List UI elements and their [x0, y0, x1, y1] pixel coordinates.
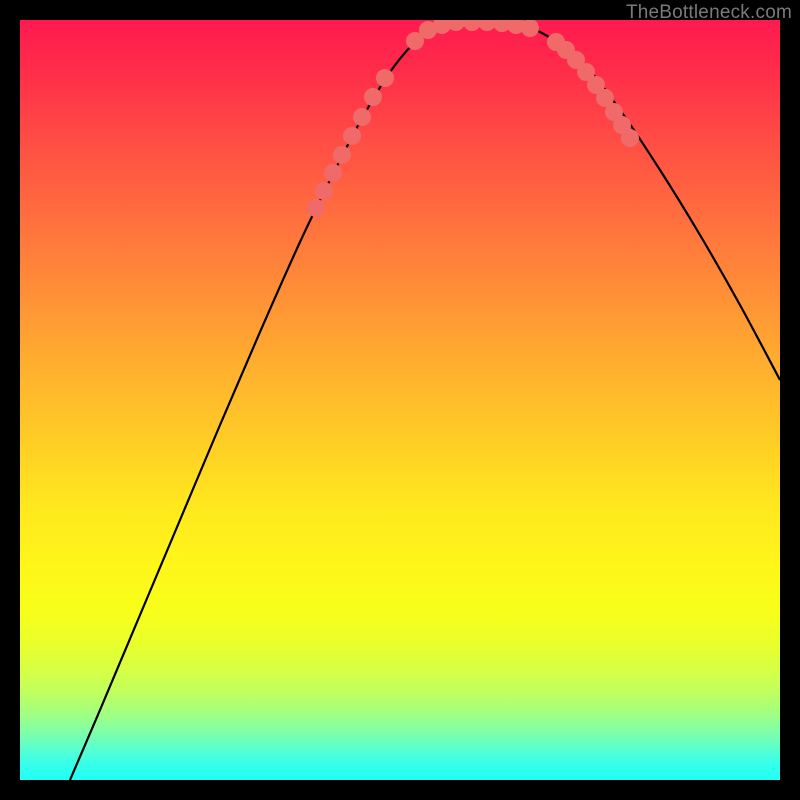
highlight-dot: [333, 146, 351, 164]
highlight-dot: [343, 127, 361, 145]
highlight-dot: [376, 69, 394, 87]
watermark-text: TheBottleneck.com: [626, 2, 792, 24]
chart-frame: TheBottleneck.com: [0, 0, 800, 800]
highlight-dot: [307, 199, 325, 217]
highlight-dot: [621, 129, 639, 147]
highlight-dot: [521, 20, 539, 37]
highlight-dot: [353, 108, 371, 126]
bottleneck-curve: [70, 22, 780, 780]
highlight-dots-group: [307, 20, 639, 217]
highlight-dot: [324, 164, 342, 182]
chart-svg: [20, 20, 780, 780]
highlight-dot: [315, 182, 333, 200]
highlight-dot: [364, 88, 382, 106]
chart-plot-area: [20, 20, 780, 780]
